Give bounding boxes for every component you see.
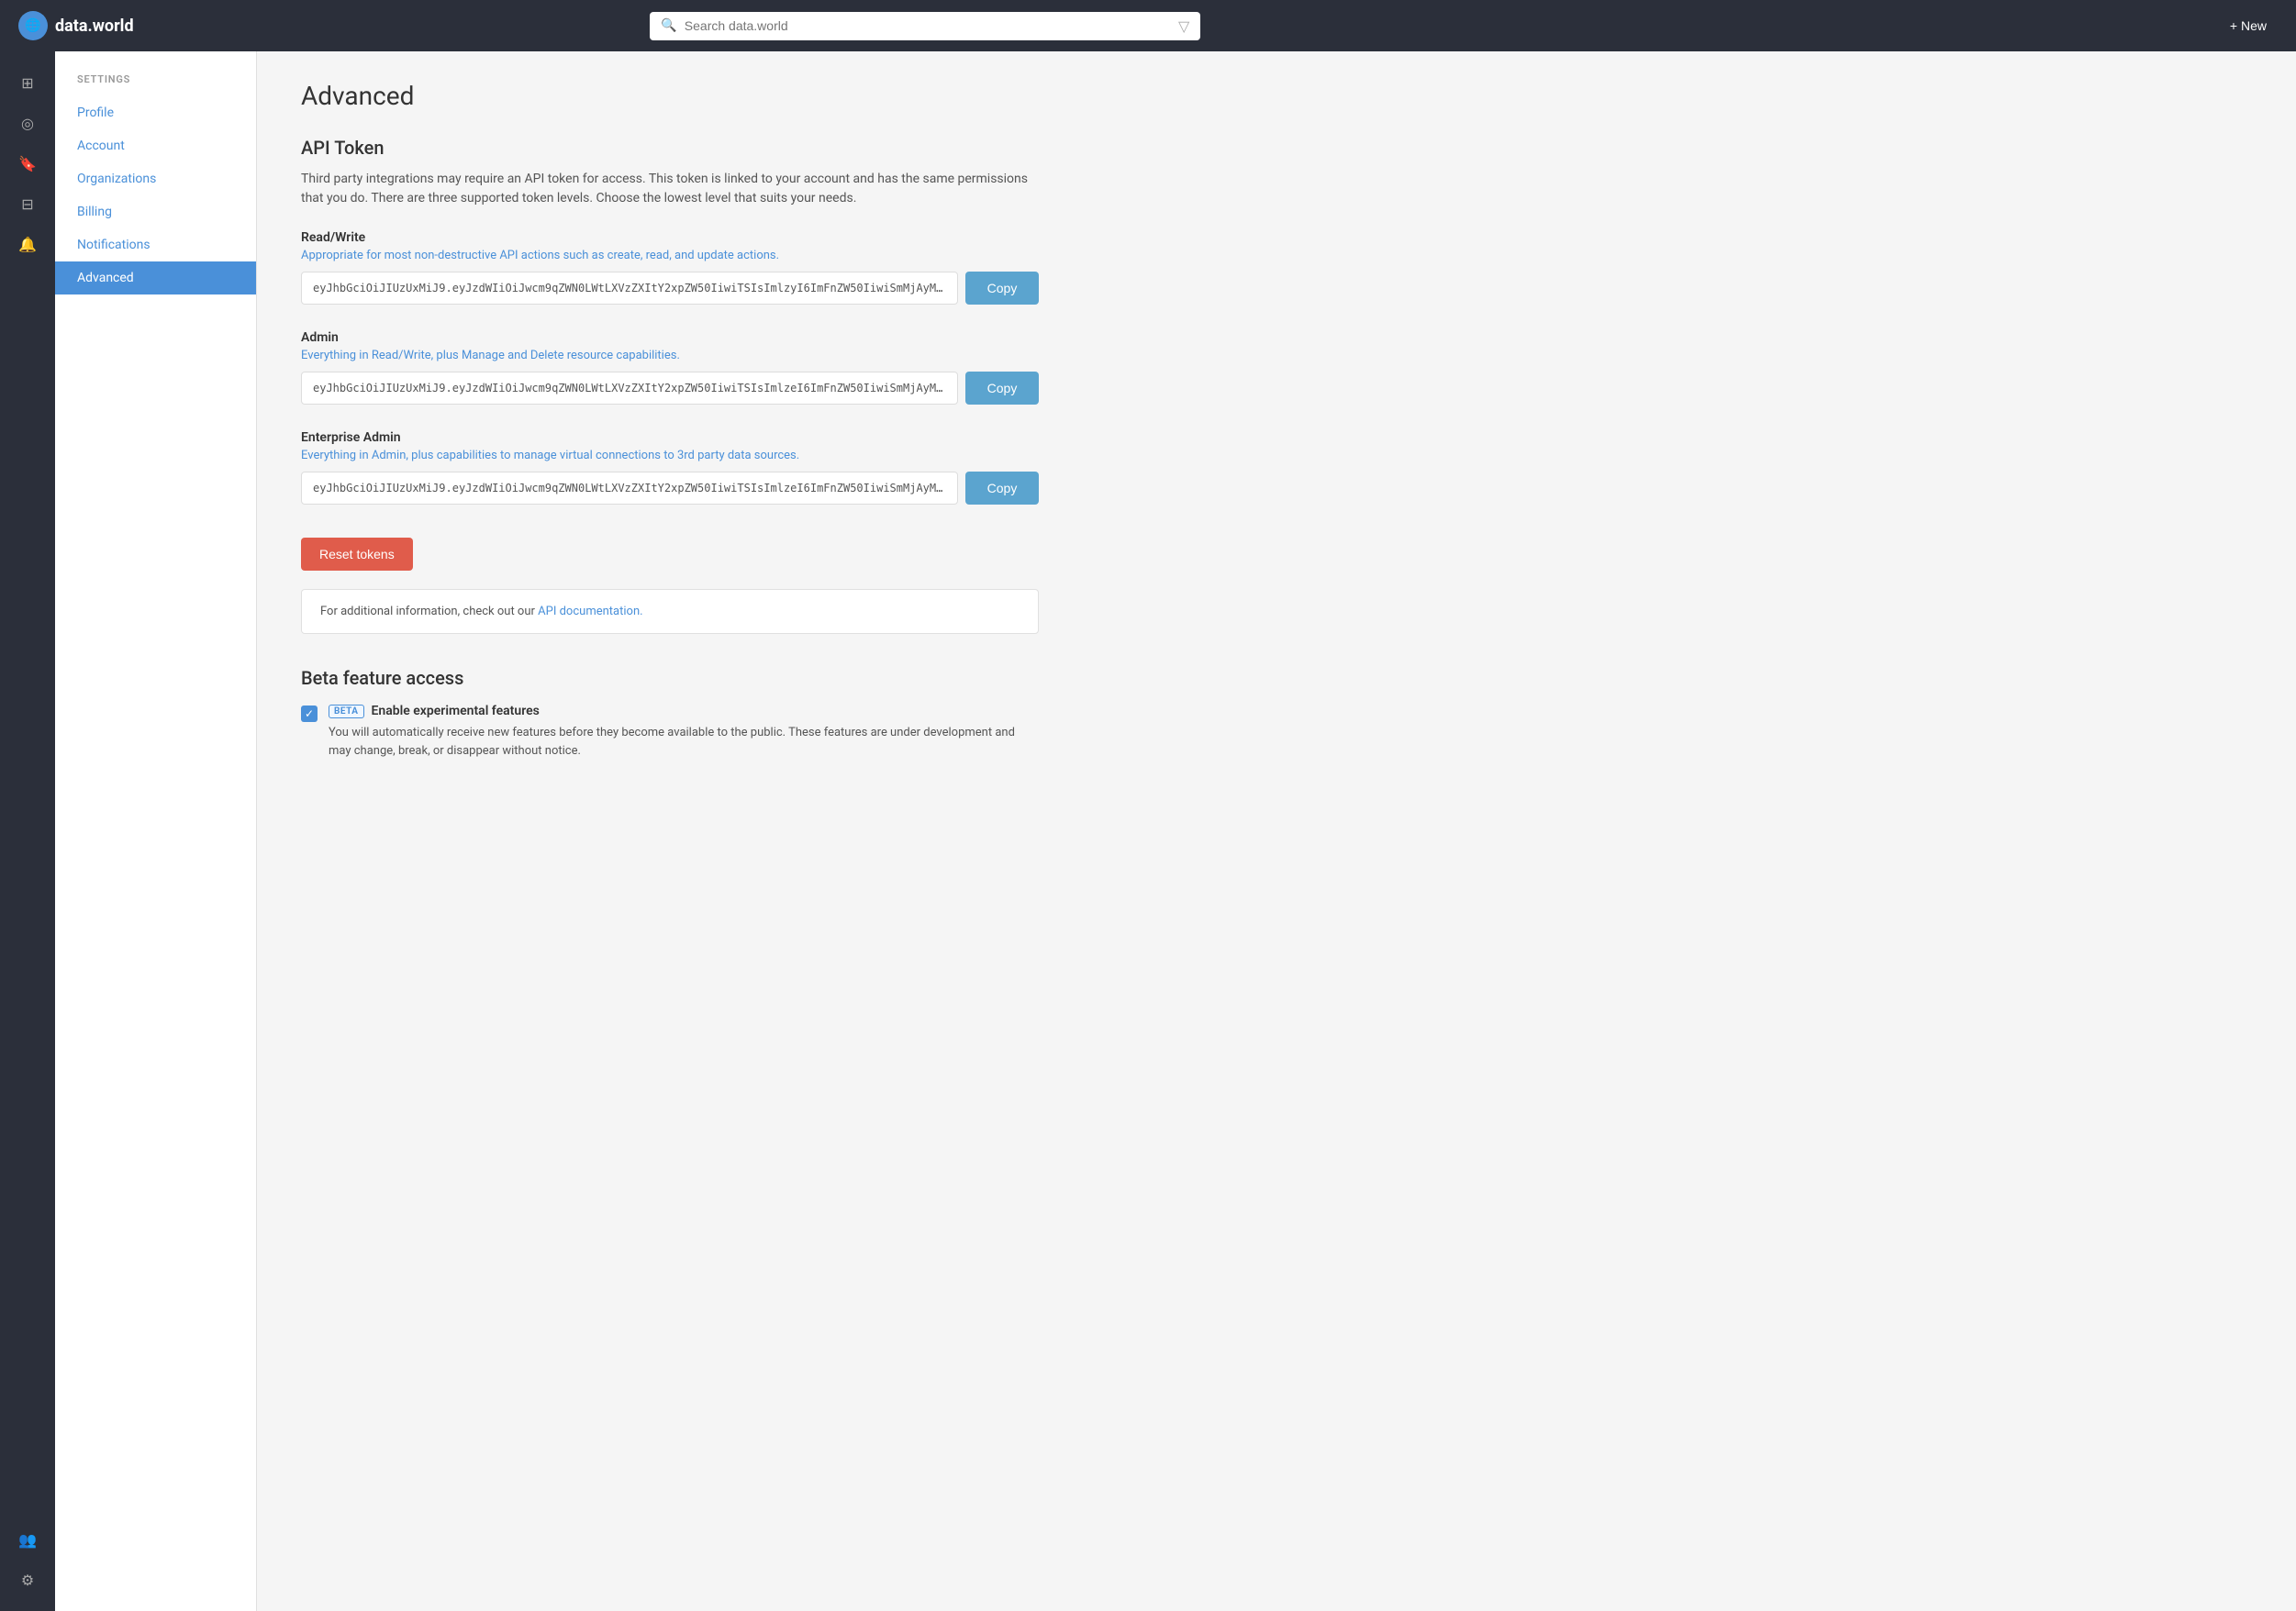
beta-feature-description: You will automatically receive new featu… [329,724,1039,760]
team-icon[interactable]: 👥 [11,1523,44,1556]
sidebar-item-notifications[interactable]: Notifications [55,228,256,261]
enterprise-admin-label: Enterprise Admin [301,430,1039,445]
beta-feature-label: BETA Enable experimental features [329,704,1039,718]
topnav: 🌐 data.world 🔍 ▽ + New [0,0,2296,51]
sidebar-item-billing[interactable]: Billing [55,195,256,228]
enterprise-admin-token-value: eyJhbGciOiJIUzUxMiJ9.eyJzdWIiOiJwcm9qZWN… [301,472,958,505]
explore-icon[interactable]: ◎ [11,106,44,139]
admin-row: eyJhbGciOiJIUzUxMiJ9.eyJzdWIiOiJwcm9qZWN… [301,372,1039,405]
admin-copy-button[interactable]: Copy [965,372,1039,405]
beta-feature-name: Enable experimental features [372,704,540,718]
beta-feature-content: BETA Enable experimental features You wi… [329,704,1039,760]
beta-section: Beta feature access BETA Enable experime… [301,667,1039,760]
settings-section-label: SETTINGS [55,73,256,96]
notifications-icon[interactable]: 🔔 [11,228,44,261]
beta-feature-row: BETA Enable experimental features You wi… [301,704,1039,760]
info-box: For additional information, check out ou… [301,589,1039,634]
app-logo[interactable]: 🌐 data.world [18,11,134,40]
sidebar-item-profile[interactable]: Profile [55,96,256,129]
sidebar-item-account[interactable]: Account [55,129,256,162]
reset-tokens-button[interactable]: Reset tokens [301,538,413,571]
enterprise-admin-token-section: Enterprise Admin Everything in Admin, pl… [301,430,1039,505]
page-title: Advanced [301,81,1039,111]
enterprise-admin-copy-button[interactable]: Copy [965,472,1039,505]
search-icon: 🔍 [661,18,676,33]
info-text: For additional information, check out ou… [320,605,538,618]
read-write-sublabel: Appropriate for most non-destructive API… [301,249,1039,262]
read-write-token-value: eyJhbGciOiJIUzUxMiJ9.eyJzdWIiOiJwcm9qZWN… [301,272,958,305]
admin-token-value: eyJhbGciOiJIUzUxMiJ9.eyJzdWIiOiJwcm9qZWN… [301,372,958,405]
bookmarks-icon[interactable]: 🔖 [11,147,44,180]
read-write-token-section: Read/Write Appropriate for most non-dest… [301,230,1039,305]
sidebar-item-organizations[interactable]: Organizations [55,162,256,195]
read-write-label: Read/Write [301,230,1039,245]
left-sidebar: ⊞ ◎ 🔖 ⊟ 🔔 👥 ⚙ [0,51,55,1611]
api-token-description: Third party integrations may require an … [301,170,1039,208]
api-token-title: API Token [301,137,1039,159]
enterprise-admin-row: eyJhbGciOiJIUzUxMiJ9.eyJzdWIiOiJwcm9qZWN… [301,472,1039,505]
main-layout: SETTINGS Profile Account Organizations B… [55,51,2296,1611]
settings-sidebar: SETTINGS Profile Account Organizations B… [55,51,257,1611]
beta-title: Beta feature access [301,667,1039,689]
admin-label: Admin [301,330,1039,345]
data-icon[interactable]: ⊟ [11,187,44,220]
read-write-copy-button[interactable]: Copy [965,272,1039,305]
logo-icon: 🌐 [18,11,48,40]
enterprise-admin-sublabel: Everything in Admin, plus capabilities t… [301,449,1039,462]
content-area: Advanced API Token Third party integrati… [257,51,1083,1611]
app-name: data.world [55,17,134,36]
admin-sublabel: Everything in Read/Write, plus Manage an… [301,349,1039,362]
admin-token-section: Admin Everything in Read/Write, plus Man… [301,330,1039,405]
search-bar: 🔍 ▽ [650,12,1200,40]
read-write-row: eyJhbGciOiJIUzUxMiJ9.eyJzdWIiOiJwcm9qZWN… [301,272,1039,305]
user-icon[interactable]: ⚙ [11,1563,44,1596]
dashboard-icon[interactable]: ⊞ [11,66,44,99]
new-button[interactable]: + New [2219,13,2278,39]
beta-feature-checkbox[interactable] [301,706,318,722]
search-input[interactable] [685,18,1171,33]
beta-badge: BETA [329,705,364,718]
api-documentation-link[interactable]: API documentation. [538,605,642,618]
filter-icon[interactable]: ▽ [1178,17,1189,35]
sidebar-item-advanced[interactable]: Advanced [55,261,256,294]
api-token-section: API Token Third party integrations may r… [301,137,1039,634]
